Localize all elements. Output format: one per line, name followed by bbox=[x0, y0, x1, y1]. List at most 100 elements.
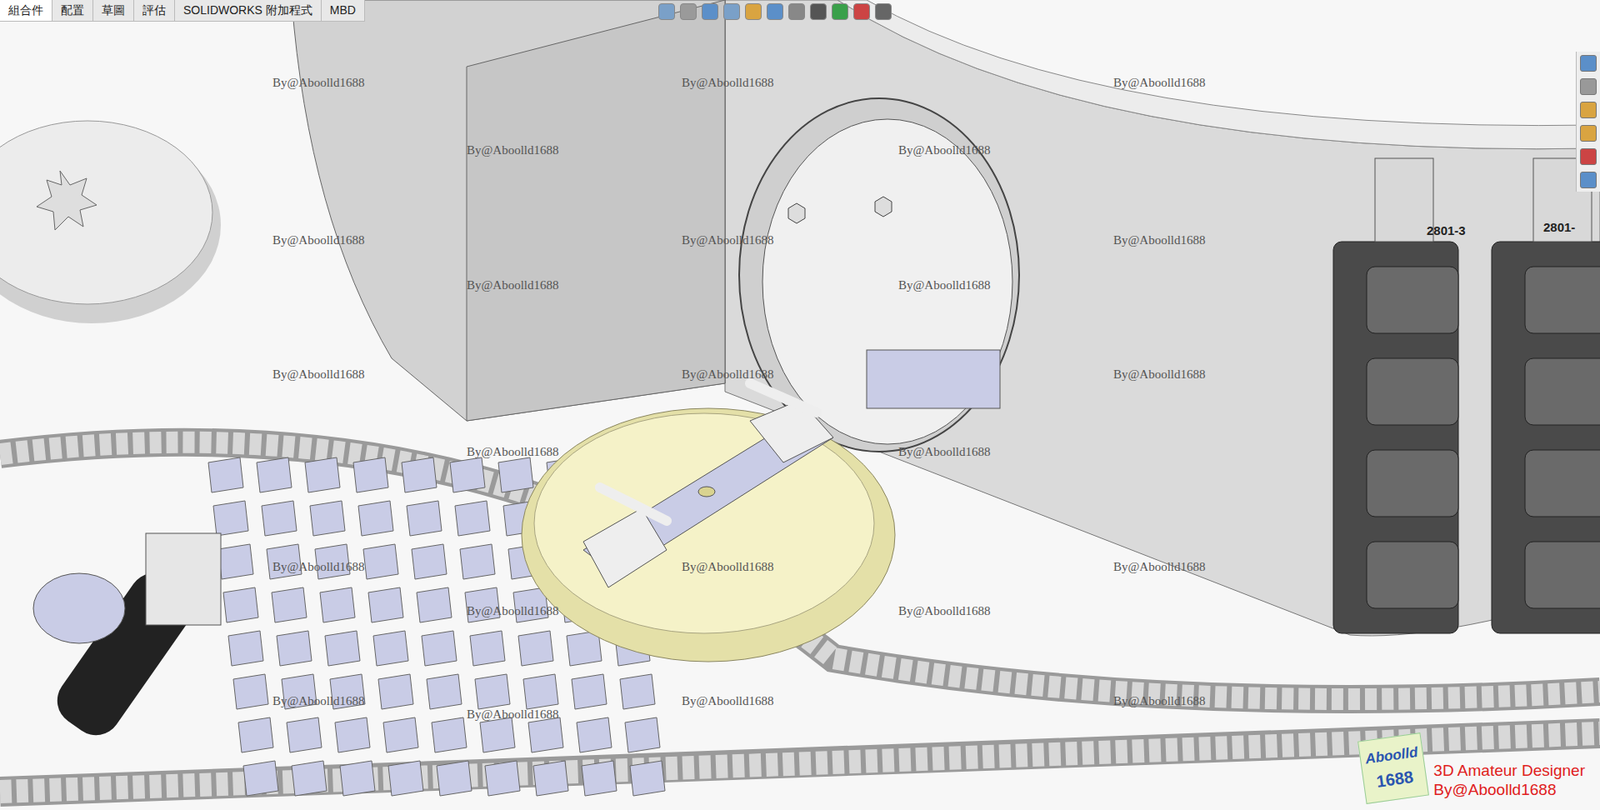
watermark: By@Aboolld1688 bbox=[1113, 691, 1206, 711]
watermark: By@Aboolld1688 bbox=[681, 230, 775, 250]
grid-hole bbox=[291, 760, 327, 796]
grid-hole bbox=[340, 760, 375, 796]
task-pane-icon[interactable] bbox=[1580, 148, 1597, 165]
watermark: By@Aboolld1688 bbox=[1113, 73, 1206, 93]
tab[interactable]: MBD bbox=[321, 0, 365, 21]
grid-hole bbox=[223, 587, 259, 623]
grid-hole bbox=[436, 760, 472, 796]
part-label: 2801-3 bbox=[1426, 223, 1466, 238]
watermark: By@Aboolld1688 bbox=[466, 442, 560, 462]
task-pane-tabs bbox=[1575, 51, 1600, 192]
grid-hole bbox=[325, 630, 360, 666]
grid-hole bbox=[620, 674, 655, 710]
logo-icon: Aboolld1688 bbox=[1357, 732, 1430, 805]
model-viewport[interactable]: 2801-3 2801- bbox=[0, 0, 1600, 810]
watermark: By@Aboolld1688 bbox=[272, 230, 365, 250]
grid-hole bbox=[276, 630, 312, 666]
grid-hole bbox=[475, 674, 510, 710]
logo-byline: By@Aboolld1688 bbox=[1433, 780, 1585, 800]
grid-hole bbox=[576, 717, 612, 753]
grid-hole bbox=[480, 717, 515, 753]
tab[interactable]: 評估 bbox=[134, 0, 175, 21]
task-pane-icon[interactable] bbox=[1580, 101, 1597, 119]
task-pane-icon[interactable] bbox=[1580, 55, 1597, 72]
grid-hole bbox=[426, 674, 462, 710]
clamp bbox=[1491, 158, 1600, 634]
tab[interactable]: SOLIDWORKS 附加程式 bbox=[175, 0, 322, 21]
yellow-cover[interactable] bbox=[521, 383, 895, 662]
grid-hole bbox=[571, 674, 607, 710]
grid-hole bbox=[388, 760, 424, 796]
tab[interactable]: 草圖 bbox=[93, 0, 135, 21]
part-label: 2801- bbox=[1543, 220, 1575, 235]
task-pane-icon[interactable] bbox=[1580, 171, 1597, 189]
watermark: By@Aboolld1688 bbox=[681, 73, 775, 93]
grid-hole bbox=[411, 544, 447, 580]
grid-hole bbox=[353, 457, 389, 493]
tab[interactable]: 配置 bbox=[52, 0, 94, 21]
toolbar-icon[interactable] bbox=[723, 3, 740, 20]
grid-hole bbox=[485, 760, 520, 796]
toolbar-icon[interactable] bbox=[658, 3, 675, 20]
grid-hole bbox=[523, 674, 559, 710]
grid-hole bbox=[233, 674, 269, 710]
watermark: By@Aboolld1688 bbox=[466, 705, 560, 725]
watermark: By@Aboolld1688 bbox=[272, 691, 365, 711]
watermark: By@Aboolld1688 bbox=[898, 140, 991, 160]
view-toolbar bbox=[658, 3, 892, 20]
grid-hole bbox=[460, 544, 495, 580]
grid-hole bbox=[416, 587, 452, 623]
solidworks-window: 2801-3 2801- By@Aboolld1688 By@Aboolld1688 B… bbox=[0, 0, 1600, 810]
watermark: By@Aboolld1688 bbox=[272, 73, 365, 93]
watermark: By@Aboolld1688 bbox=[898, 275, 991, 295]
grid-hole bbox=[310, 500, 345, 536]
grid-hole bbox=[286, 717, 322, 753]
wall-opening bbox=[739, 98, 1020, 452]
grid-hole bbox=[518, 630, 554, 666]
grid-hole bbox=[401, 457, 437, 493]
task-pane-icon[interactable] bbox=[1580, 125, 1597, 142]
toolbar-icon[interactable] bbox=[788, 3, 805, 20]
grid-hole bbox=[421, 630, 457, 666]
grid-hole bbox=[256, 457, 292, 493]
box-housing bbox=[291, 0, 725, 421]
toolbar-icon[interactable] bbox=[831, 3, 849, 20]
grid-hole bbox=[498, 457, 534, 493]
grid-hole bbox=[271, 587, 307, 623]
watermark: By@Aboolld1688 bbox=[272, 557, 365, 577]
logo-title: 3D Amateur Designer bbox=[1433, 760, 1585, 781]
toolbar-icon[interactable] bbox=[853, 3, 870, 20]
watermark: By@Aboolld1688 bbox=[272, 365, 365, 385]
grid-hole bbox=[431, 717, 467, 753]
grid-hole bbox=[455, 500, 490, 536]
toolbar-icon[interactable] bbox=[680, 3, 697, 20]
watermark: By@Aboolld1688 bbox=[466, 140, 560, 160]
toolbar-icon[interactable] bbox=[745, 3, 762, 20]
watermark: By@Aboolld1688 bbox=[681, 691, 775, 711]
grid-hole bbox=[228, 630, 264, 666]
grid-hole bbox=[470, 630, 505, 666]
tab[interactable]: 組合件 bbox=[0, 0, 53, 21]
grid-hole bbox=[373, 630, 409, 666]
toolbar-icon[interactable] bbox=[875, 3, 892, 20]
grid-hole bbox=[358, 500, 394, 536]
grid-hole bbox=[581, 760, 617, 796]
task-pane-icon[interactable] bbox=[1580, 78, 1597, 95]
grid-hole bbox=[528, 717, 564, 753]
grid-hole bbox=[383, 717, 419, 753]
grid-hole bbox=[378, 674, 414, 710]
watermark: By@Aboolld1688 bbox=[681, 557, 775, 577]
grid-hole bbox=[208, 457, 244, 493]
grid-hole bbox=[450, 457, 485, 493]
grid-hole bbox=[335, 717, 370, 753]
toolbar-icon[interactable] bbox=[810, 3, 827, 20]
watermark: By@Aboolld1688 bbox=[898, 601, 991, 621]
grid-hole bbox=[238, 717, 274, 753]
toolbar-icon[interactable] bbox=[701, 3, 719, 20]
watermark: By@Aboolld1688 bbox=[681, 365, 775, 385]
logo: Aboolld16883D Amateur DesignerBy@Aboolld… bbox=[1361, 736, 1585, 800]
grid-hole bbox=[368, 587, 404, 623]
grid-hole bbox=[243, 760, 279, 796]
watermark: By@Aboolld1688 bbox=[466, 601, 560, 621]
toolbar-icon[interactable] bbox=[766, 3, 784, 20]
